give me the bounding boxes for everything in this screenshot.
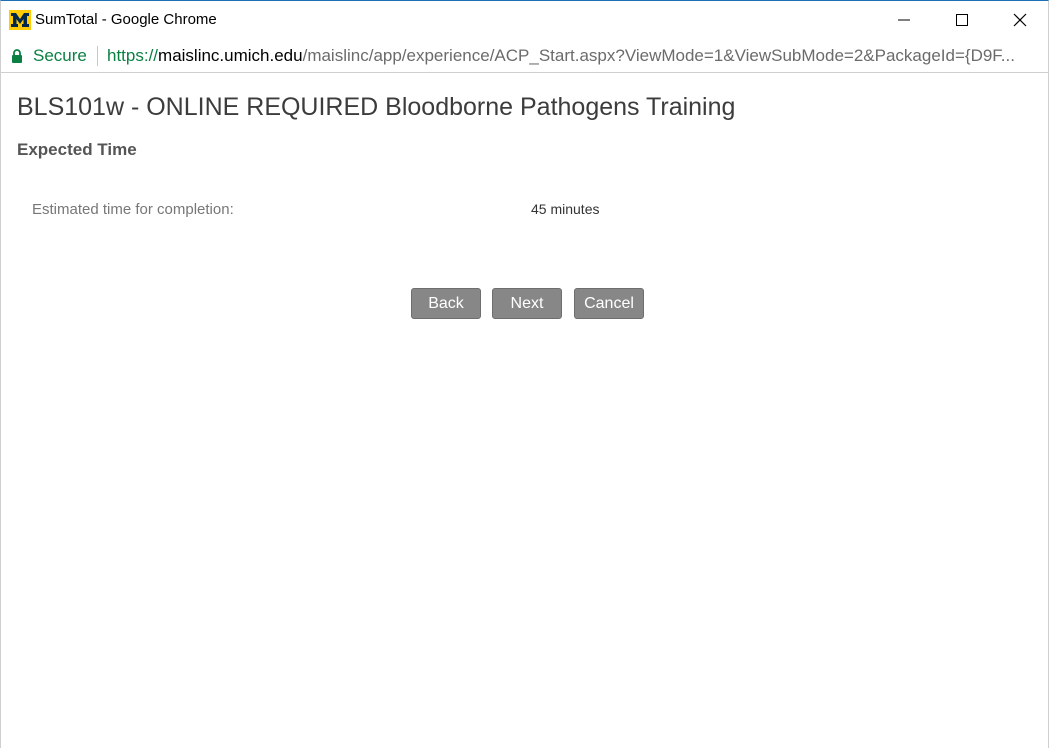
- title-bar: SumTotal - Google Chrome: [1, 1, 1048, 39]
- cancel-button[interactable]: Cancel: [574, 288, 644, 319]
- maximize-button[interactable]: [933, 1, 991, 39]
- url-field[interactable]: https://maislinc.umich.edu/maislinc/app/…: [107, 46, 1041, 66]
- url-host: maislinc.umich.edu: [158, 46, 303, 65]
- address-separator: [97, 46, 98, 66]
- close-button[interactable]: [991, 1, 1049, 39]
- maximize-icon: [956, 14, 968, 26]
- minimize-icon: [898, 19, 910, 21]
- close-icon: [1013, 13, 1027, 27]
- page-content: BLS101w - ONLINE REQUIRED Bloodborne Pat…: [1, 73, 1048, 748]
- address-bar[interactable]: Secure https://maislinc.umich.edu/maisli…: [1, 39, 1048, 73]
- window-title: SumTotal - Google Chrome: [35, 11, 217, 28]
- url-path: /maislinc/app/experience/ACP_Start.aspx?…: [302, 46, 1015, 65]
- block-m-logo-icon: [9, 10, 31, 30]
- back-button[interactable]: Back: [411, 288, 481, 319]
- minimize-button[interactable]: [875, 1, 933, 39]
- lock-icon: [11, 49, 23, 63]
- estimated-time-label: Estimated time for completion:: [32, 201, 234, 218]
- browser-window: SumTotal - Google Chrome Secure https://…: [0, 0, 1049, 748]
- next-button[interactable]: Next: [492, 288, 562, 319]
- estimated-time-value: 45 minutes: [531, 201, 600, 217]
- secure-label[interactable]: Secure: [33, 46, 87, 66]
- page-title: BLS101w - ONLINE REQUIRED Bloodborne Pat…: [17, 93, 736, 121]
- section-heading: Expected Time: [17, 140, 137, 159]
- url-scheme: https://: [107, 46, 159, 65]
